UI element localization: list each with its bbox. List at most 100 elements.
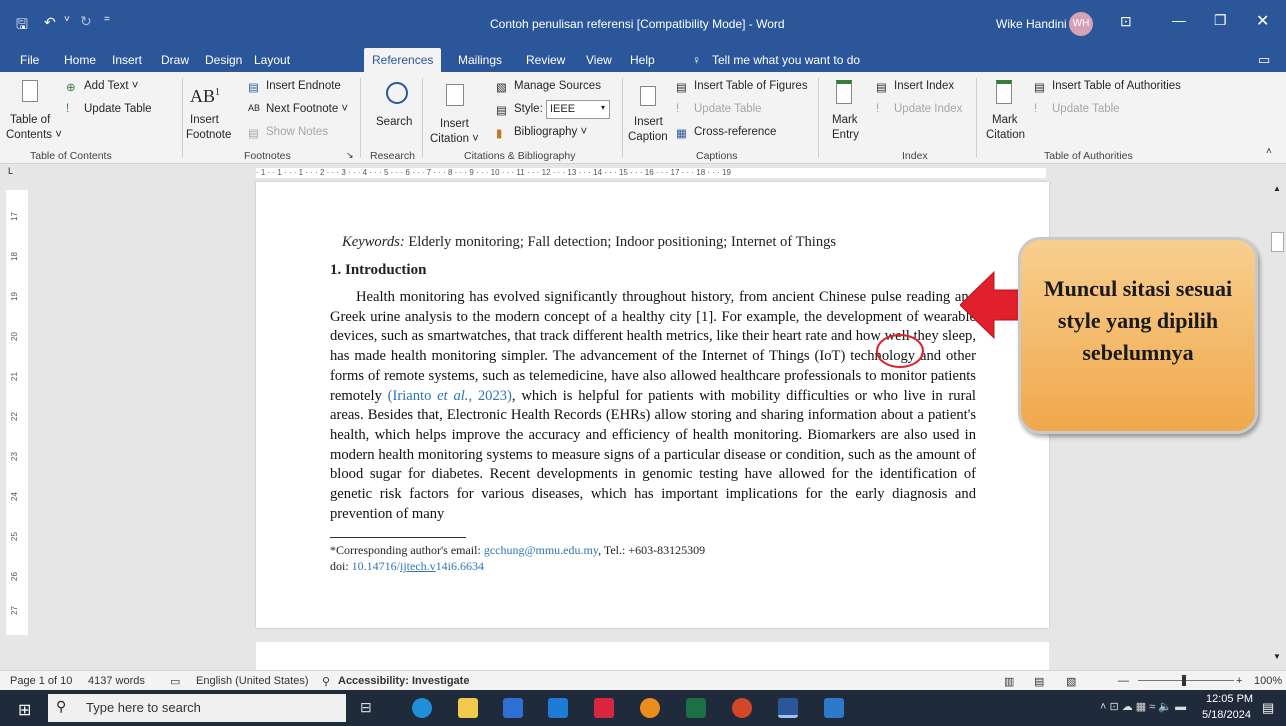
- cross-reference-button[interactable]: Cross-reference: [694, 126, 776, 138]
- doi-suffix[interactable]: 14i6.6634: [436, 559, 484, 573]
- zoom-level[interactable]: 100%: [1254, 675, 1282, 687]
- tray-icons[interactable]: ˄ ⊡ ☁ ▦ ≈ 🔈 ▬: [1100, 700, 1186, 713]
- page-count[interactable]: Page 1 of 10: [10, 675, 72, 687]
- tab-selector-icon[interactable]: L: [8, 166, 13, 176]
- insert-index-button[interactable]: Insert Index: [894, 80, 954, 92]
- redo-icon[interactable]: ↻: [80, 13, 92, 30]
- add-text-button[interactable]: Add Text ˅: [84, 80, 138, 92]
- insert-caption-button-line2[interactable]: Caption: [628, 131, 668, 143]
- zoom-in-icon[interactable]: +: [1236, 675, 1242, 687]
- tab-references[interactable]: References: [364, 48, 442, 72]
- insert-citation-button-line2[interactable]: Citation ˅: [430, 133, 479, 145]
- print-layout-icon[interactable]: ▤: [1034, 675, 1044, 688]
- scroll-thumb[interactable]: [1271, 232, 1284, 252]
- tab-insert[interactable]: Insert: [112, 53, 142, 67]
- scroll-up-icon[interactable]: ▲: [1273, 184, 1281, 193]
- insert-footnote-button-line2[interactable]: Footnote: [186, 129, 231, 141]
- read-mode-icon[interactable]: ▥: [1004, 675, 1014, 688]
- taskbar-search-box[interactable]: ⚲ Type here to search: [48, 694, 346, 722]
- tell-me-search[interactable]: Tell me what you want to do: [712, 53, 860, 67]
- mail-icon[interactable]: [548, 698, 568, 718]
- excel-icon[interactable]: [686, 698, 706, 718]
- mark-entry-button-line2[interactable]: Entry: [832, 129, 859, 141]
- undo-dropdown-icon[interactable]: ˅: [64, 14, 70, 25]
- word-icon[interactable]: [778, 698, 798, 718]
- clock-date[interactable]: 5/18/2024: [1202, 709, 1251, 721]
- doi-link[interactable]: ijtech.v: [400, 559, 436, 573]
- insert-table-of-authorities-button[interactable]: Insert Table of Authorities: [1052, 80, 1181, 92]
- vertical-ruler[interactable]: 17 18 19 20 21 22 23 24 25 26 27: [6, 190, 28, 635]
- store-icon[interactable]: [503, 698, 523, 718]
- mark-citation-button[interactable]: Mark: [992, 114, 1018, 126]
- footnotes-dialog-launcher-icon[interactable]: ↘: [346, 150, 354, 161]
- notifications-icon[interactable]: ▤: [1262, 700, 1274, 716]
- style-select[interactable]: IEEE ▾: [546, 100, 610, 119]
- update-index-button[interactable]: Update Index: [894, 103, 962, 115]
- avatar[interactable]: WH: [1069, 12, 1093, 36]
- file-explorer-icon[interactable]: [458, 698, 478, 718]
- minimize-icon[interactable]: —: [1172, 12, 1186, 28]
- insert-caption-button[interactable]: Insert: [634, 116, 663, 128]
- edge-icon[interactable]: [412, 698, 432, 718]
- insert-table-of-figures-button[interactable]: Insert Table of Figures: [694, 80, 808, 92]
- next-page[interactable]: [256, 642, 1049, 670]
- language-status[interactable]: English (United States): [196, 675, 309, 687]
- mark-citation-button-line2[interactable]: Citation: [986, 129, 1025, 141]
- tab-review[interactable]: Review: [526, 53, 565, 67]
- tab-home[interactable]: Home: [64, 53, 96, 67]
- windows-start-icon[interactable]: ⊞: [18, 700, 31, 720]
- user-name[interactable]: Wike Handini: [996, 17, 1067, 31]
- update-table-toa-button[interactable]: Update Table: [1052, 103, 1120, 115]
- doi-prefix[interactable]: 10.14716/: [352, 559, 400, 573]
- task-view-icon[interactable]: ⊟: [360, 699, 372, 716]
- comments-icon[interactable]: ▭: [1258, 52, 1270, 68]
- word-count[interactable]: 4137 words: [88, 675, 145, 687]
- document-page[interactable]: Keywords: Elderly monitoring; Fall detec…: [256, 182, 1049, 628]
- gift-app-icon[interactable]: [594, 698, 614, 718]
- ribbon-tabs: File Home Insert Draw Design Layout Refe…: [0, 48, 1286, 72]
- close-icon[interactable]: ✕: [1256, 11, 1269, 31]
- tab-help[interactable]: Help: [630, 53, 655, 67]
- insert-footnote-button[interactable]: Insert: [190, 114, 219, 126]
- undo-icon[interactable]: ↶: [44, 14, 56, 31]
- ribbon-display-icon[interactable]: ⊡: [1120, 13, 1132, 30]
- zoom-slider-thumb[interactable]: [1182, 675, 1186, 686]
- table-of-contents-button[interactable]: Table of: [10, 114, 50, 126]
- photos-icon[interactable]: [824, 698, 844, 718]
- citation-link[interactable]: (Irianto et al., 2023): [388, 388, 512, 404]
- clock-time[interactable]: 12:05 PM: [1206, 693, 1253, 705]
- restore-icon[interactable]: ❐: [1214, 12, 1227, 29]
- tab-draw[interactable]: Draw: [161, 53, 189, 67]
- tab-design[interactable]: Design: [205, 53, 242, 67]
- tab-file[interactable]: File: [20, 53, 39, 67]
- customize-qat-icon[interactable]: =: [104, 14, 110, 25]
- group-separator: [360, 78, 361, 158]
- powerpoint-icon[interactable]: [732, 698, 752, 718]
- manage-sources-button[interactable]: Manage Sources: [514, 80, 601, 92]
- tab-layout[interactable]: Layout: [254, 53, 290, 67]
- update-table-button[interactable]: Update Table: [84, 103, 152, 115]
- web-layout-icon[interactable]: ▧: [1066, 675, 1076, 688]
- next-footnote-button[interactable]: Next Footnote ˅: [266, 103, 348, 115]
- show-notes-button[interactable]: Show Notes: [266, 126, 328, 138]
- update-table-captions-button[interactable]: Update Table: [694, 103, 762, 115]
- table-of-contents-button-line2[interactable]: Contents ˅: [6, 129, 62, 141]
- bibliography-button[interactable]: Bibliography ˅: [514, 126, 587, 138]
- scroll-down-icon[interactable]: ▼: [1273, 652, 1281, 661]
- zoom-slider[interactable]: [1138, 680, 1234, 681]
- insert-citation-button[interactable]: Insert: [440, 118, 469, 130]
- footnote-email-link[interactable]: gcchung@mmu.edu.my: [484, 543, 598, 557]
- collapse-ribbon-icon[interactable]: ˄: [1266, 146, 1272, 157]
- chrome-icon[interactable]: [640, 698, 660, 718]
- vertical-scrollbar[interactable]: ▲ ▼: [1269, 182, 1286, 670]
- mark-entry-button[interactable]: Mark: [832, 114, 858, 126]
- proofing-icon[interactable]: ▭: [170, 675, 180, 688]
- tab-view[interactable]: View: [586, 53, 612, 67]
- tab-mailings[interactable]: Mailings: [458, 53, 502, 67]
- save-icon[interactable]: 🖫: [16, 14, 28, 38]
- horizontal-ruler[interactable]: · 1 · · 1 · · · 1 · · · 2 · · · 3 · · · …: [256, 168, 1046, 178]
- accessibility-status[interactable]: Accessibility: Investigate: [338, 675, 469, 687]
- search-button[interactable]: Search: [376, 116, 412, 128]
- insert-endnote-button[interactable]: Insert Endnote: [266, 80, 341, 92]
- zoom-out-icon[interactable]: —: [1118, 675, 1129, 687]
